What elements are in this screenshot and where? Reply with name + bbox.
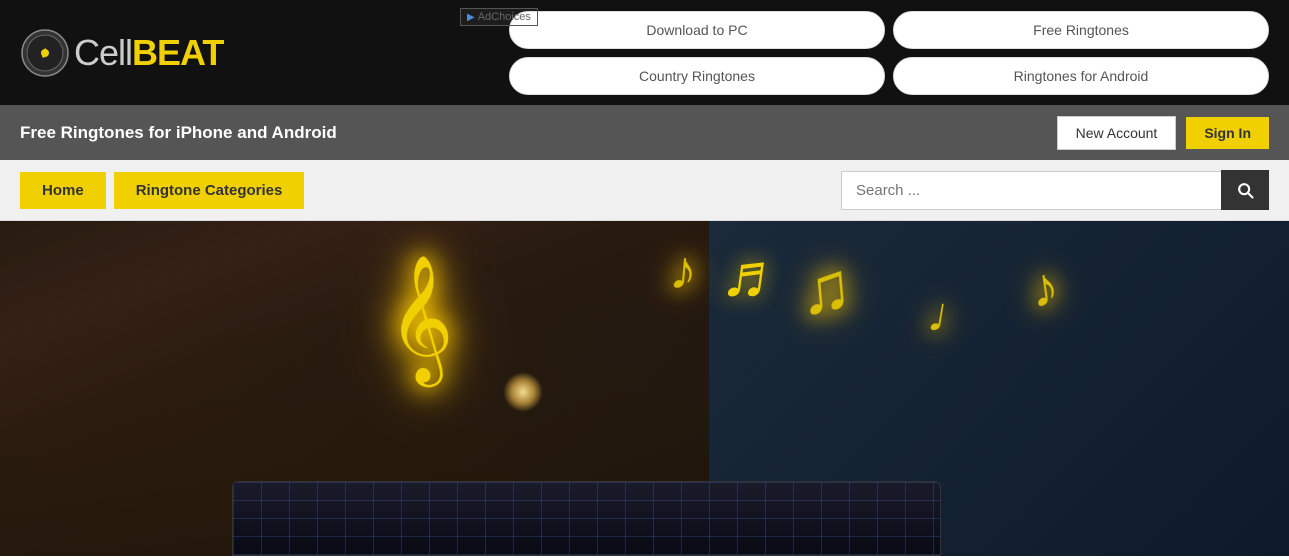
free-ringtones-button[interactable]: Free Ringtones — [893, 11, 1269, 49]
logo-area: ♪ CellBEAT — [20, 28, 223, 78]
account-bar: Free Ringtones for iPhone and Android Ne… — [0, 105, 1289, 160]
top-header: ♪ CellBEAT ▶ AdChoices Download to PC Fr… — [0, 0, 1289, 105]
search-input[interactable] — [841, 171, 1221, 210]
hero-section: 𝄞 ♪ ♫ ♩ ♪ ♬ — [0, 221, 1289, 556]
download-pc-button[interactable]: Download to PC — [509, 11, 885, 49]
home-button[interactable]: Home — [20, 172, 106, 209]
search-button[interactable] — [1221, 170, 1269, 210]
ringtone-categories-button[interactable]: Ringtone Categories — [114, 172, 305, 209]
logo-icon: ♪ — [20, 28, 70, 78]
ringtones-android-button[interactable]: Ringtones for Android — [893, 57, 1269, 95]
top-nav-buttons: Download to PC Free Ringtones Country Ri… — [509, 11, 1269, 95]
ad-choices-banner: ▶ AdChoices — [460, 8, 538, 26]
country-ringtones-button[interactable]: Country Ringtones — [509, 57, 885, 95]
new-account-button[interactable]: New Account — [1057, 116, 1177, 150]
hero-background — [0, 221, 1289, 556]
nav-links: Home Ringtone Categories — [20, 172, 304, 209]
site-tagline: Free Ringtones for iPhone and Android — [20, 123, 337, 143]
ad-icon: ▶ — [467, 12, 475, 23]
main-nav-bar: Home Ringtone Categories — [0, 160, 1289, 221]
ad-choices-label: AdChoices — [478, 11, 531, 23]
logo-text: CellBEAT — [74, 32, 223, 74]
svg-text:♪: ♪ — [41, 42, 50, 62]
search-icon — [1235, 180, 1255, 200]
account-actions: New Account Sign In — [1057, 116, 1269, 150]
search-area — [841, 170, 1269, 210]
sign-in-button[interactable]: Sign In — [1186, 117, 1269, 149]
